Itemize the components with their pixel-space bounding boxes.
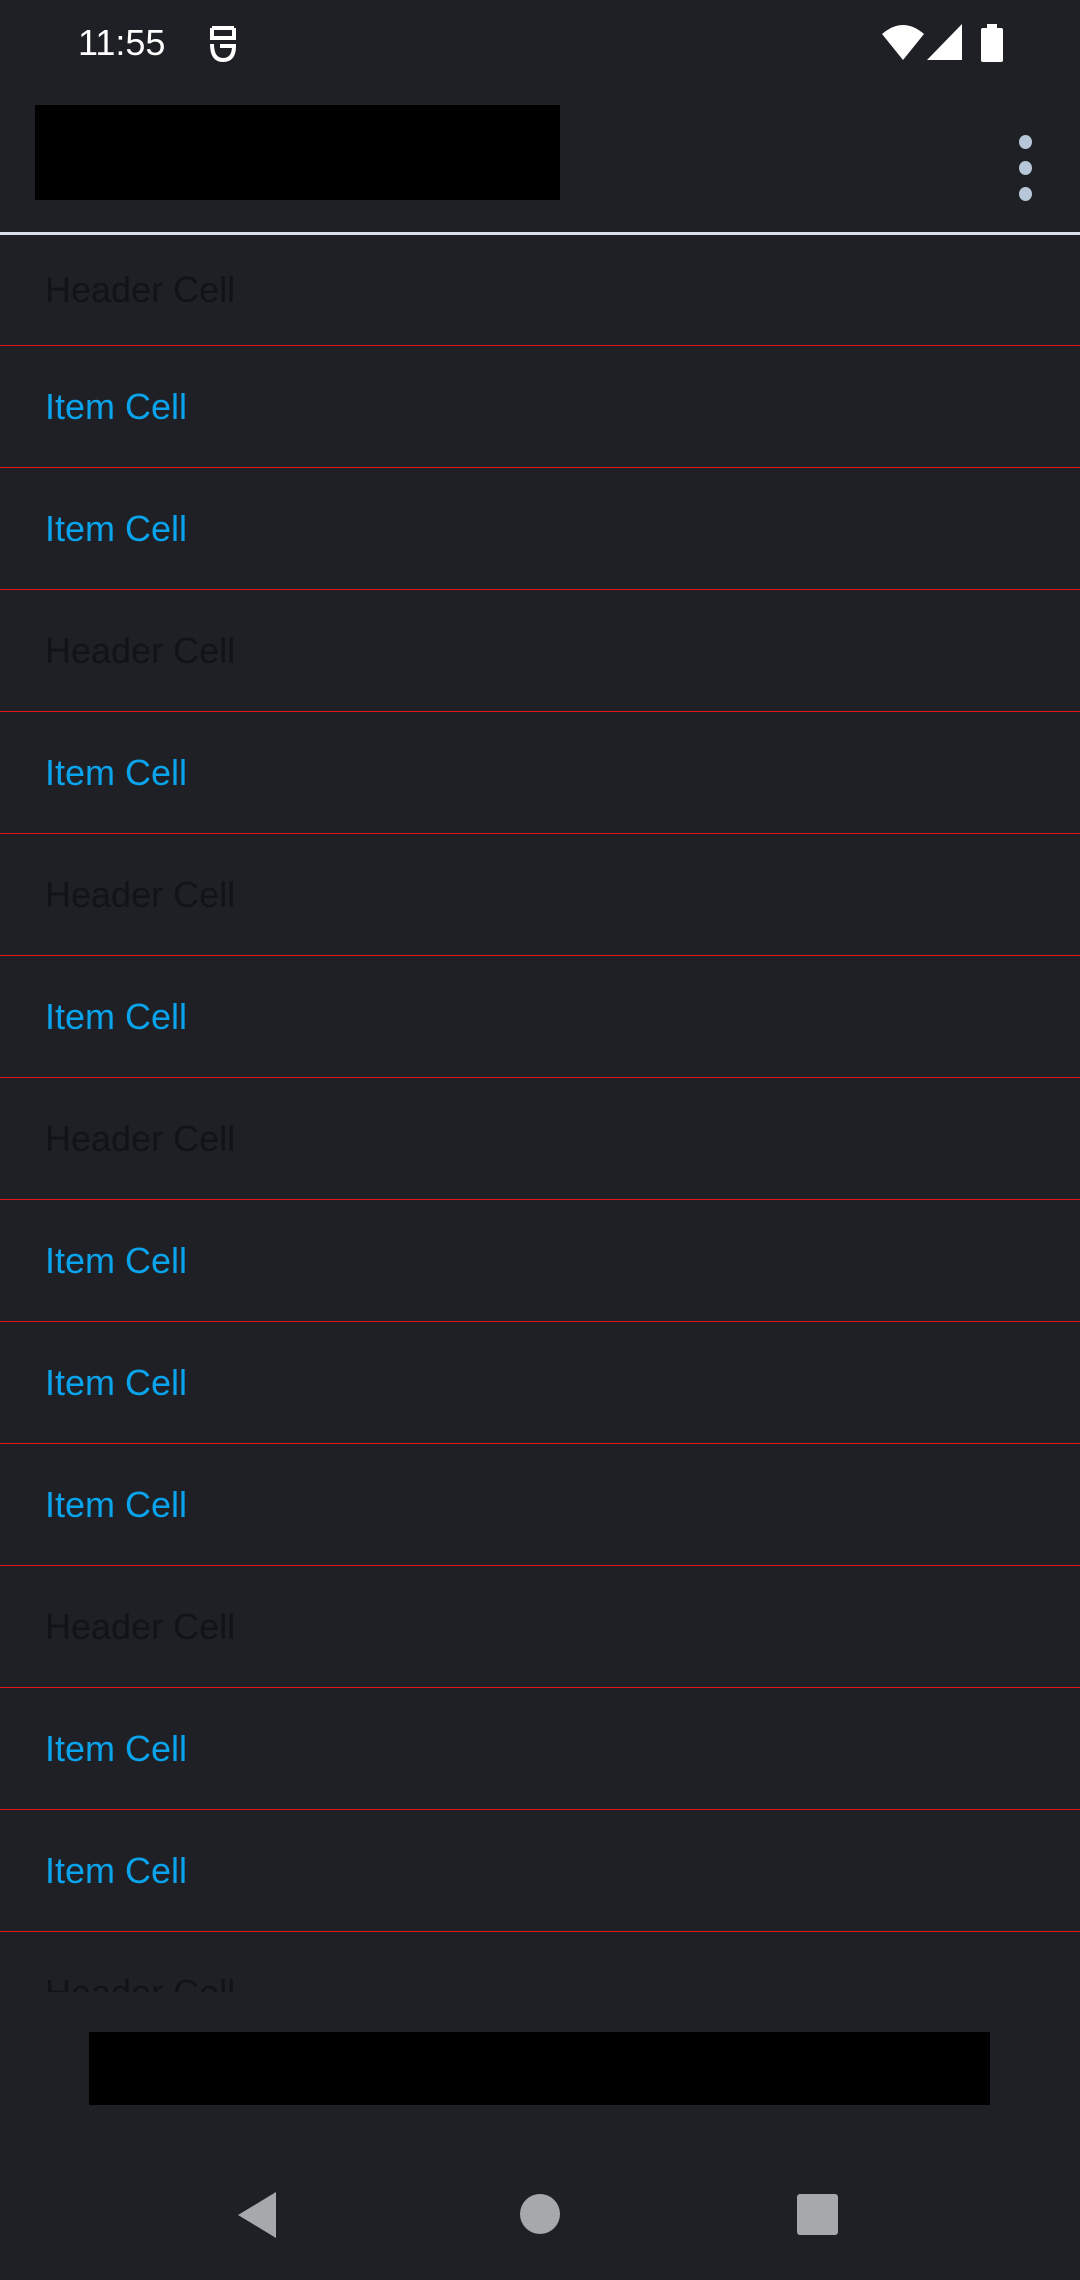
item-cell-label: Item Cell: [45, 751, 188, 793]
item-cell-label: Item Cell: [45, 1727, 188, 1769]
ad-banner-redacted[interactable]: [89, 2032, 990, 2105]
header-cell-label: Header Cell: [45, 1971, 236, 1993]
app-notification-icon: [210, 26, 237, 63]
navigation-bar: [0, 2160, 1080, 2280]
more-vert-icon: [1018, 135, 1032, 149]
status-bar: 11:55: [0, 0, 1080, 88]
item-cell-label: Item Cell: [45, 995, 188, 1037]
signal-icon: [927, 24, 962, 60]
item-cell-label: Item Cell: [45, 507, 188, 549]
more-options-button[interactable]: [990, 118, 1060, 218]
item-cell[interactable]: Item Cell: [0, 1200, 1080, 1322]
header-cell: Header Cell: [0, 1078, 1080, 1200]
battery-icon: [981, 24, 1003, 62]
header-cell-label: Header Cell: [45, 1117, 236, 1159]
item-cell[interactable]: Item Cell: [0, 1688, 1080, 1810]
item-cell-label: Item Cell: [45, 1483, 188, 1525]
header-cell: Header Cell: [0, 590, 1080, 712]
item-cell-label: Item Cell: [45, 1239, 188, 1281]
item-cell-label: Item Cell: [45, 1361, 188, 1403]
cell-list[interactable]: Header Cell Item Cell Item Cell Header Cell…: [0, 235, 1080, 1992]
item-cell[interactable]: Item Cell: [0, 1810, 1080, 1932]
header-cell: Header Cell: [0, 1566, 1080, 1688]
header-cell: Header Cell: [0, 235, 1080, 346]
status-time: 11:55: [78, 22, 166, 63]
header-cell-label: Header Cell: [45, 629, 236, 671]
header-cell-label: Header Cell: [45, 1605, 236, 1647]
more-vert-dot: [1018, 187, 1032, 201]
item-cell[interactable]: Item Cell: [0, 1444, 1080, 1566]
back-icon[interactable]: [238, 2192, 278, 2243]
item-cell[interactable]: Item Cell: [0, 712, 1080, 834]
item-cell-label: Item Cell: [45, 385, 188, 427]
wifi-icon: [882, 25, 924, 60]
home-icon[interactable]: [520, 2194, 560, 2234]
item-cell[interactable]: Item Cell: [0, 468, 1080, 590]
toolbar-title-redacted: [35, 105, 560, 200]
item-cell[interactable]: Item Cell: [0, 1322, 1080, 1444]
item-cell-label: Item Cell: [45, 1849, 188, 1891]
header-cell-label: Header Cell: [45, 269, 236, 310]
header-cell-label: Header Cell: [45, 873, 236, 915]
item-cell[interactable]: Item Cell: [0, 956, 1080, 1078]
item-cell[interactable]: Item Cell: [0, 346, 1080, 468]
header-cell: Header Cell: [0, 1932, 1080, 1993]
more-vert-dot: [1018, 161, 1032, 175]
toolbar: [0, 88, 1080, 232]
recents-icon[interactable]: [797, 2194, 838, 2235]
header-cell: Header Cell: [0, 834, 1080, 956]
